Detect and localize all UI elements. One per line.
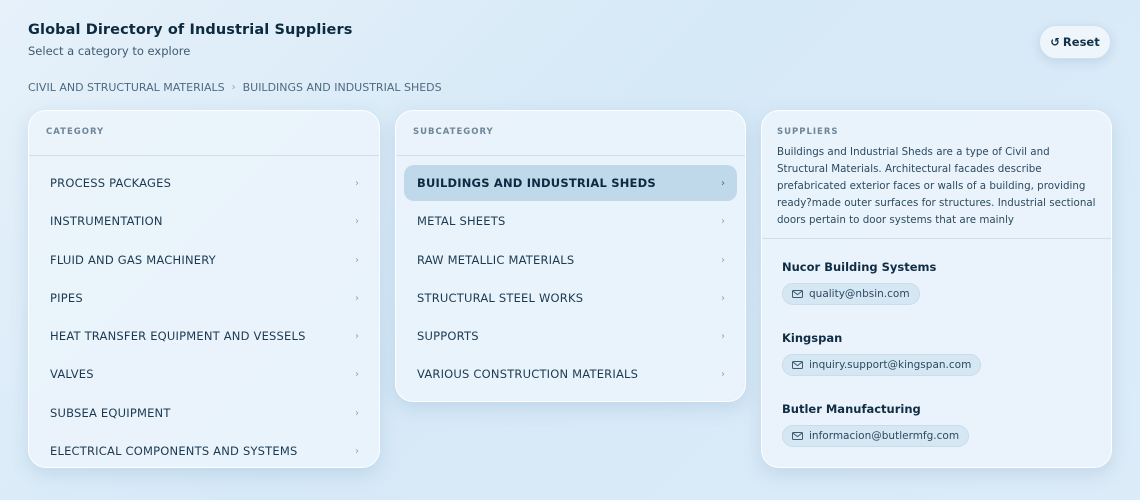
suppliers-panel-label: SUPPLIERS [777, 127, 839, 137]
category-panel-label: CATEGORY [46, 127, 105, 137]
subcategory-item-label: VARIOUS CONSTRUCTION MATERIALS [417, 367, 639, 381]
subcategory-item-selected[interactable]: BUILDINGS AND INDUSTRIAL SHEDS › [404, 165, 737, 201]
chevron-right-icon: › [355, 292, 359, 304]
panel-divider [29, 155, 379, 156]
chevron-right-icon: › [355, 407, 359, 419]
chevron-right-icon: › [355, 445, 359, 457]
category-item-label: FLUID AND GAS MACHINERY [50, 253, 216, 267]
subcategory-item-label: BUILDINGS AND INDUSTRIAL SHEDS [417, 176, 656, 190]
mail-icon [792, 432, 803, 440]
breadcrumb-item-category[interactable]: CIVIL AND STRUCTURAL MATERIALS [28, 81, 225, 94]
chevron-right-icon: › [355, 330, 359, 342]
category-item-label: HEAT TRANSFER EQUIPMENT AND VESSELS [50, 329, 306, 343]
category-item-label: INSTRUMENTATION [50, 214, 163, 228]
reset-label: Reset [1062, 35, 1100, 49]
category-panel: CATEGORY PROCESS PACKAGES › INSTRUMENTAT… [28, 110, 380, 468]
chevron-right-icon: › [355, 215, 359, 227]
subcategory-description: Buildings and Industrial Sheds are a typ… [777, 146, 1096, 226]
supplier-email-link[interactable]: informacion@butlermfg.com [782, 425, 970, 447]
reset-button[interactable]: ↺ Reset [1039, 25, 1111, 59]
page-header: Global Directory of Industrial Suppliers… [28, 22, 352, 58]
supplier-name: Nucor Building Systems [782, 260, 937, 274]
category-item[interactable]: VALVES › [37, 356, 371, 392]
category-item[interactable]: FLUID AND GAS MACHINERY › [37, 242, 371, 278]
chevron-right-icon: › [721, 177, 725, 189]
supplier-email-link[interactable]: inquiry.support@kingspan.com [782, 354, 982, 376]
subcategory-item[interactable]: STRUCTURAL STEEL WORKS › [404, 280, 737, 316]
breadcrumb-item-subcategory[interactable]: BUILDINGS AND INDUSTRIAL SHEDS [243, 81, 442, 94]
category-item[interactable]: PIPES › [37, 280, 371, 316]
chevron-right-icon: › [355, 368, 359, 380]
supplier-email: informacion@butlermfg.com [809, 430, 960, 442]
category-item[interactable]: PROCESS PACKAGES › [37, 165, 371, 201]
subcategory-panel: SUBCATEGORY BUILDINGS AND INDUSTRIAL SHE… [395, 110, 746, 402]
panel-divider [762, 238, 1111, 239]
supplier-email: quality@nbsin.com [809, 288, 910, 300]
supplier-name: Kingspan [782, 331, 843, 345]
chevron-right-icon: › [721, 215, 725, 227]
supplier-email: inquiry.support@kingspan.com [809, 359, 972, 371]
chevron-right-icon: › [721, 330, 725, 342]
chevron-right-icon: › [355, 254, 359, 266]
category-item[interactable]: HEAT TRANSFER EQUIPMENT AND VESSELS › [37, 318, 371, 354]
supplier-name: Butler Manufacturing [782, 402, 921, 416]
category-item[interactable]: SUBSEA EQUIPMENT › [37, 395, 371, 431]
mail-icon [792, 290, 803, 298]
category-item-label: PROCESS PACKAGES [50, 176, 172, 190]
supplier-card: Nucor Building Systems quality@nbsin.com [782, 260, 936, 305]
subcategory-item[interactable]: SUPPORTS › [404, 318, 737, 354]
category-item[interactable]: ELECTRICAL COMPONENTS AND SYSTEMS › [37, 433, 371, 467]
subcategory-item[interactable]: RAW METALLIC MATERIALS › [404, 242, 737, 278]
subcategory-panel-label: SUBCATEGORY [413, 127, 494, 137]
page-title: Global Directory of Industrial Suppliers [28, 22, 353, 38]
chevron-right-icon: › [721, 292, 725, 304]
supplier-email-link[interactable]: quality@nbsin.com [782, 283, 920, 305]
chevron-right-icon: › [721, 368, 725, 380]
subcategory-item-label: SUPPORTS [417, 329, 479, 343]
page-subtitle: Select a category to explore [28, 44, 191, 58]
panel-divider [396, 155, 745, 156]
chevron-right-icon: › [355, 177, 359, 189]
subcategory-item-label: METAL SHEETS [417, 214, 506, 228]
supplier-card: Kingspan inquiry.support@kingspan.com [782, 331, 982, 376]
subcategory-item[interactable]: VARIOUS CONSTRUCTION MATERIALS › [404, 356, 737, 392]
subcategory-item-label: STRUCTURAL STEEL WORKS [417, 291, 584, 305]
subcategory-item[interactable]: METAL SHEETS › [404, 203, 737, 239]
category-item-label: SUBSEA EQUIPMENT [50, 406, 171, 420]
breadcrumb: CIVIL AND STRUCTURAL MATERIALS › BUILDIN… [28, 81, 442, 94]
category-item[interactable]: INSTRUMENTATION › [37, 203, 371, 239]
mail-icon [792, 361, 803, 369]
breadcrumb-separator-icon: › [231, 82, 236, 93]
category-item-label: PIPES [50, 291, 83, 305]
suppliers-panel: SUPPLIERS Buildings and Industrial Sheds… [761, 110, 1112, 468]
refresh-icon: ↺ [1050, 35, 1060, 49]
category-item-label: VALVES [50, 367, 94, 381]
category-item-label: ELECTRICAL COMPONENTS AND SYSTEMS [50, 444, 298, 458]
chevron-right-icon: › [721, 254, 725, 266]
subcategory-item-label: RAW METALLIC MATERIALS [417, 253, 575, 267]
supplier-card: Butler Manufacturing informacion@butlerm… [782, 402, 970, 447]
